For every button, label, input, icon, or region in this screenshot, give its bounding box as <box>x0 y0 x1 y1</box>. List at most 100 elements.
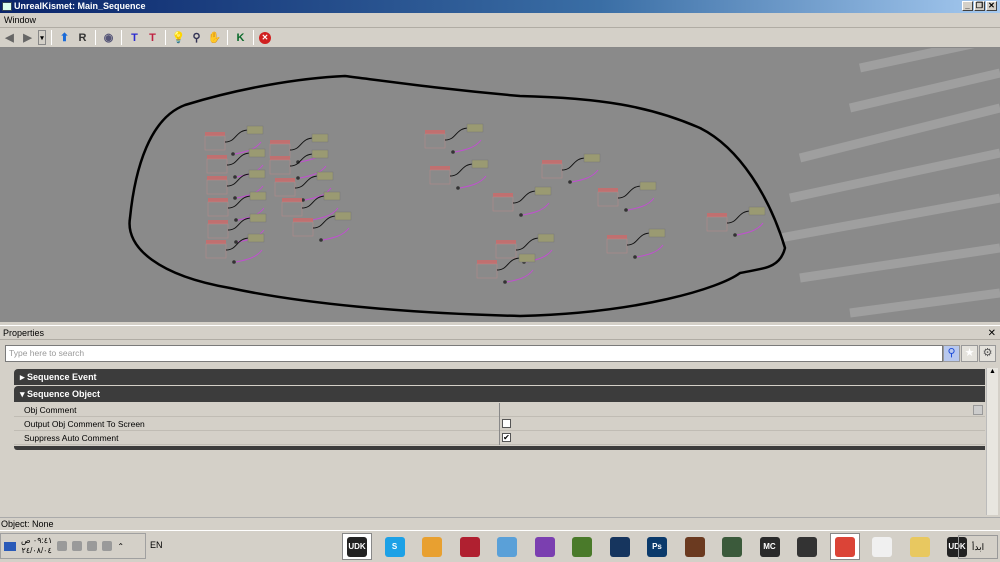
action-center-flag-icon[interactable] <box>102 541 113 551</box>
variable-node[interactable] <box>639 181 657 191</box>
close-button[interactable]: ✕ <box>986 1 997 11</box>
kismet-node[interactable] <box>606 228 666 259</box>
variable-node[interactable] <box>311 133 329 143</box>
connector-dot <box>296 176 300 180</box>
connector-dot <box>451 150 455 154</box>
variable-node[interactable] <box>583 153 601 163</box>
network-signal-icon[interactable] <box>72 541 83 551</box>
taskbar-app-cloud-app[interactable] <box>492 533 522 560</box>
clock[interactable]: ٠٩:٤١ ص ٢٤/٠٨/٠٤ <box>21 536 52 556</box>
volume-icon[interactable] <box>57 541 68 551</box>
taskbar-app-bittorrent[interactable] <box>530 533 560 560</box>
output-comment-checkbox[interactable] <box>502 419 511 428</box>
taskbar-app-winrar[interactable] <box>455 533 485 560</box>
variable-node[interactable] <box>537 233 555 243</box>
taskbar-app-game-character[interactable] <box>680 533 710 560</box>
filter-icon[interactable]: ⚙ <box>979 345 996 362</box>
parent-sequence-icon[interactable]: ⬆ <box>57 30 72 45</box>
connection-wire <box>726 210 752 224</box>
variable-node[interactable] <box>471 159 489 169</box>
variable-node[interactable] <box>323 191 341 201</box>
favorites-star-icon[interactable]: ★ <box>961 345 978 362</box>
variable-node[interactable] <box>534 186 552 196</box>
close-red-icon[interactable]: ✕ <box>259 31 271 44</box>
kismet-node[interactable] <box>429 159 489 190</box>
zoom-to-fit-icon[interactable]: ✋ <box>207 30 222 45</box>
udk-icon: UDK <box>347 536 367 557</box>
kismet-k-icon[interactable]: K <box>233 30 248 45</box>
variable-node[interactable] <box>248 169 266 179</box>
kismet-node[interactable] <box>597 181 657 212</box>
variable-node[interactable] <box>247 233 265 243</box>
show-desktop-icon[interactable] <box>4 541 16 551</box>
kismet-node[interactable] <box>205 233 265 264</box>
start-button[interactable]: ابدأ <box>958 535 998 559</box>
move-red-icon[interactable]: T <box>145 30 160 45</box>
taskbar-app-chrome[interactable] <box>829 533 860 560</box>
connector-dot <box>234 218 238 222</box>
toolbar: ◀ ▶ ▾ ⬆ R ◉ T T 💡 ⚲ ✋ K ✕ <box>0 28 1000 48</box>
property-row-obj-comment: Obj Comment <box>14 403 985 417</box>
connector-dot <box>232 260 236 264</box>
restore-button[interactable]: ❐ <box>974 1 985 11</box>
taskbar-app-file-explorer[interactable] <box>905 533 935 560</box>
variable-node[interactable] <box>316 171 334 181</box>
category-sequence-object[interactable]: ▾ Sequence Object <box>14 386 985 402</box>
lightbulb-icon[interactable]: 💡 <box>171 30 186 45</box>
minimize-button[interactable]: _ <box>962 1 973 11</box>
show-hidden-icons[interactable]: ⌃ <box>117 542 124 551</box>
bittorrent-icon <box>534 536 555 557</box>
connection-wire <box>226 173 252 187</box>
kismet-node[interactable] <box>706 206 766 237</box>
taskbar-app-zbrush[interactable] <box>867 533 897 560</box>
kismet-node[interactable] <box>476 253 536 284</box>
move-blue-icon[interactable]: T <box>127 30 142 45</box>
properties-scrollbar[interactable]: ▲ <box>986 368 998 515</box>
taskbar-app-minecraft[interactable] <box>567 533 597 560</box>
rename-icon[interactable]: R <box>75 30 90 45</box>
variable-node[interactable] <box>249 191 267 201</box>
divider <box>51 30 52 45</box>
close-panel-icon[interactable]: ✕ <box>988 326 996 341</box>
variable-node[interactable] <box>246 125 264 135</box>
taskbar-app-tool-app[interactable] <box>717 533 747 560</box>
category-sequence-event[interactable]: ▸ Sequence Event <box>14 369 985 385</box>
kismet-graph-canvas[interactable] <box>0 48 1000 322</box>
device-icon[interactable] <box>87 541 98 551</box>
forward-arrow-icon[interactable]: ▶ <box>20 30 35 45</box>
taskbar-app-skype[interactable]: S <box>380 533 410 560</box>
expand-text-button[interactable] <box>973 405 983 415</box>
search-icon[interactable]: ⚲ <box>189 30 204 45</box>
variable-node[interactable] <box>248 148 266 158</box>
taskbar-app-photoshop[interactable]: Ps <box>642 533 672 560</box>
kismet-node[interactable] <box>492 186 552 217</box>
taskbar-app-mc-app[interactable]: MC <box>755 533 785 560</box>
variable-node[interactable] <box>748 206 766 216</box>
back-arrow-icon[interactable]: ◀ <box>2 30 17 45</box>
suppress-comment-checkbox[interactable]: ✔ <box>502 433 511 442</box>
variable-node[interactable] <box>311 149 329 159</box>
taskbar-app-udk[interactable]: UDK <box>342 533 372 560</box>
search-icon[interactable]: ⚲ <box>943 345 960 362</box>
kismet-node[interactable] <box>541 153 601 184</box>
properties-search-input[interactable]: Type here to search <box>5 345 943 362</box>
variable-node[interactable] <box>334 211 352 221</box>
connector-dot <box>233 175 237 179</box>
taskbar-app-monitor-app[interactable] <box>605 533 635 560</box>
hide-connectors-icon[interactable]: ◉ <box>101 30 116 45</box>
variable-node[interactable] <box>648 228 666 238</box>
variable-node[interactable] <box>249 213 267 223</box>
variable-node[interactable] <box>518 253 536 263</box>
scroll-up-icon[interactable]: ▲ <box>987 368 998 378</box>
variable-node[interactable] <box>466 123 484 133</box>
divider <box>227 30 228 45</box>
kismet-node[interactable] <box>424 123 484 154</box>
menu-window[interactable]: Window <box>4 15 36 25</box>
obj-comment-input[interactable] <box>499 403 985 417</box>
language-indicator[interactable]: EN <box>150 540 163 550</box>
app-icon <box>2 2 12 11</box>
dropdown-icon[interactable]: ▾ <box>38 30 46 45</box>
taskbar-app-thumbs-app[interactable] <box>417 533 447 560</box>
taskbar-app-pen-app[interactable] <box>792 533 822 560</box>
kismet-node[interactable] <box>292 211 352 242</box>
